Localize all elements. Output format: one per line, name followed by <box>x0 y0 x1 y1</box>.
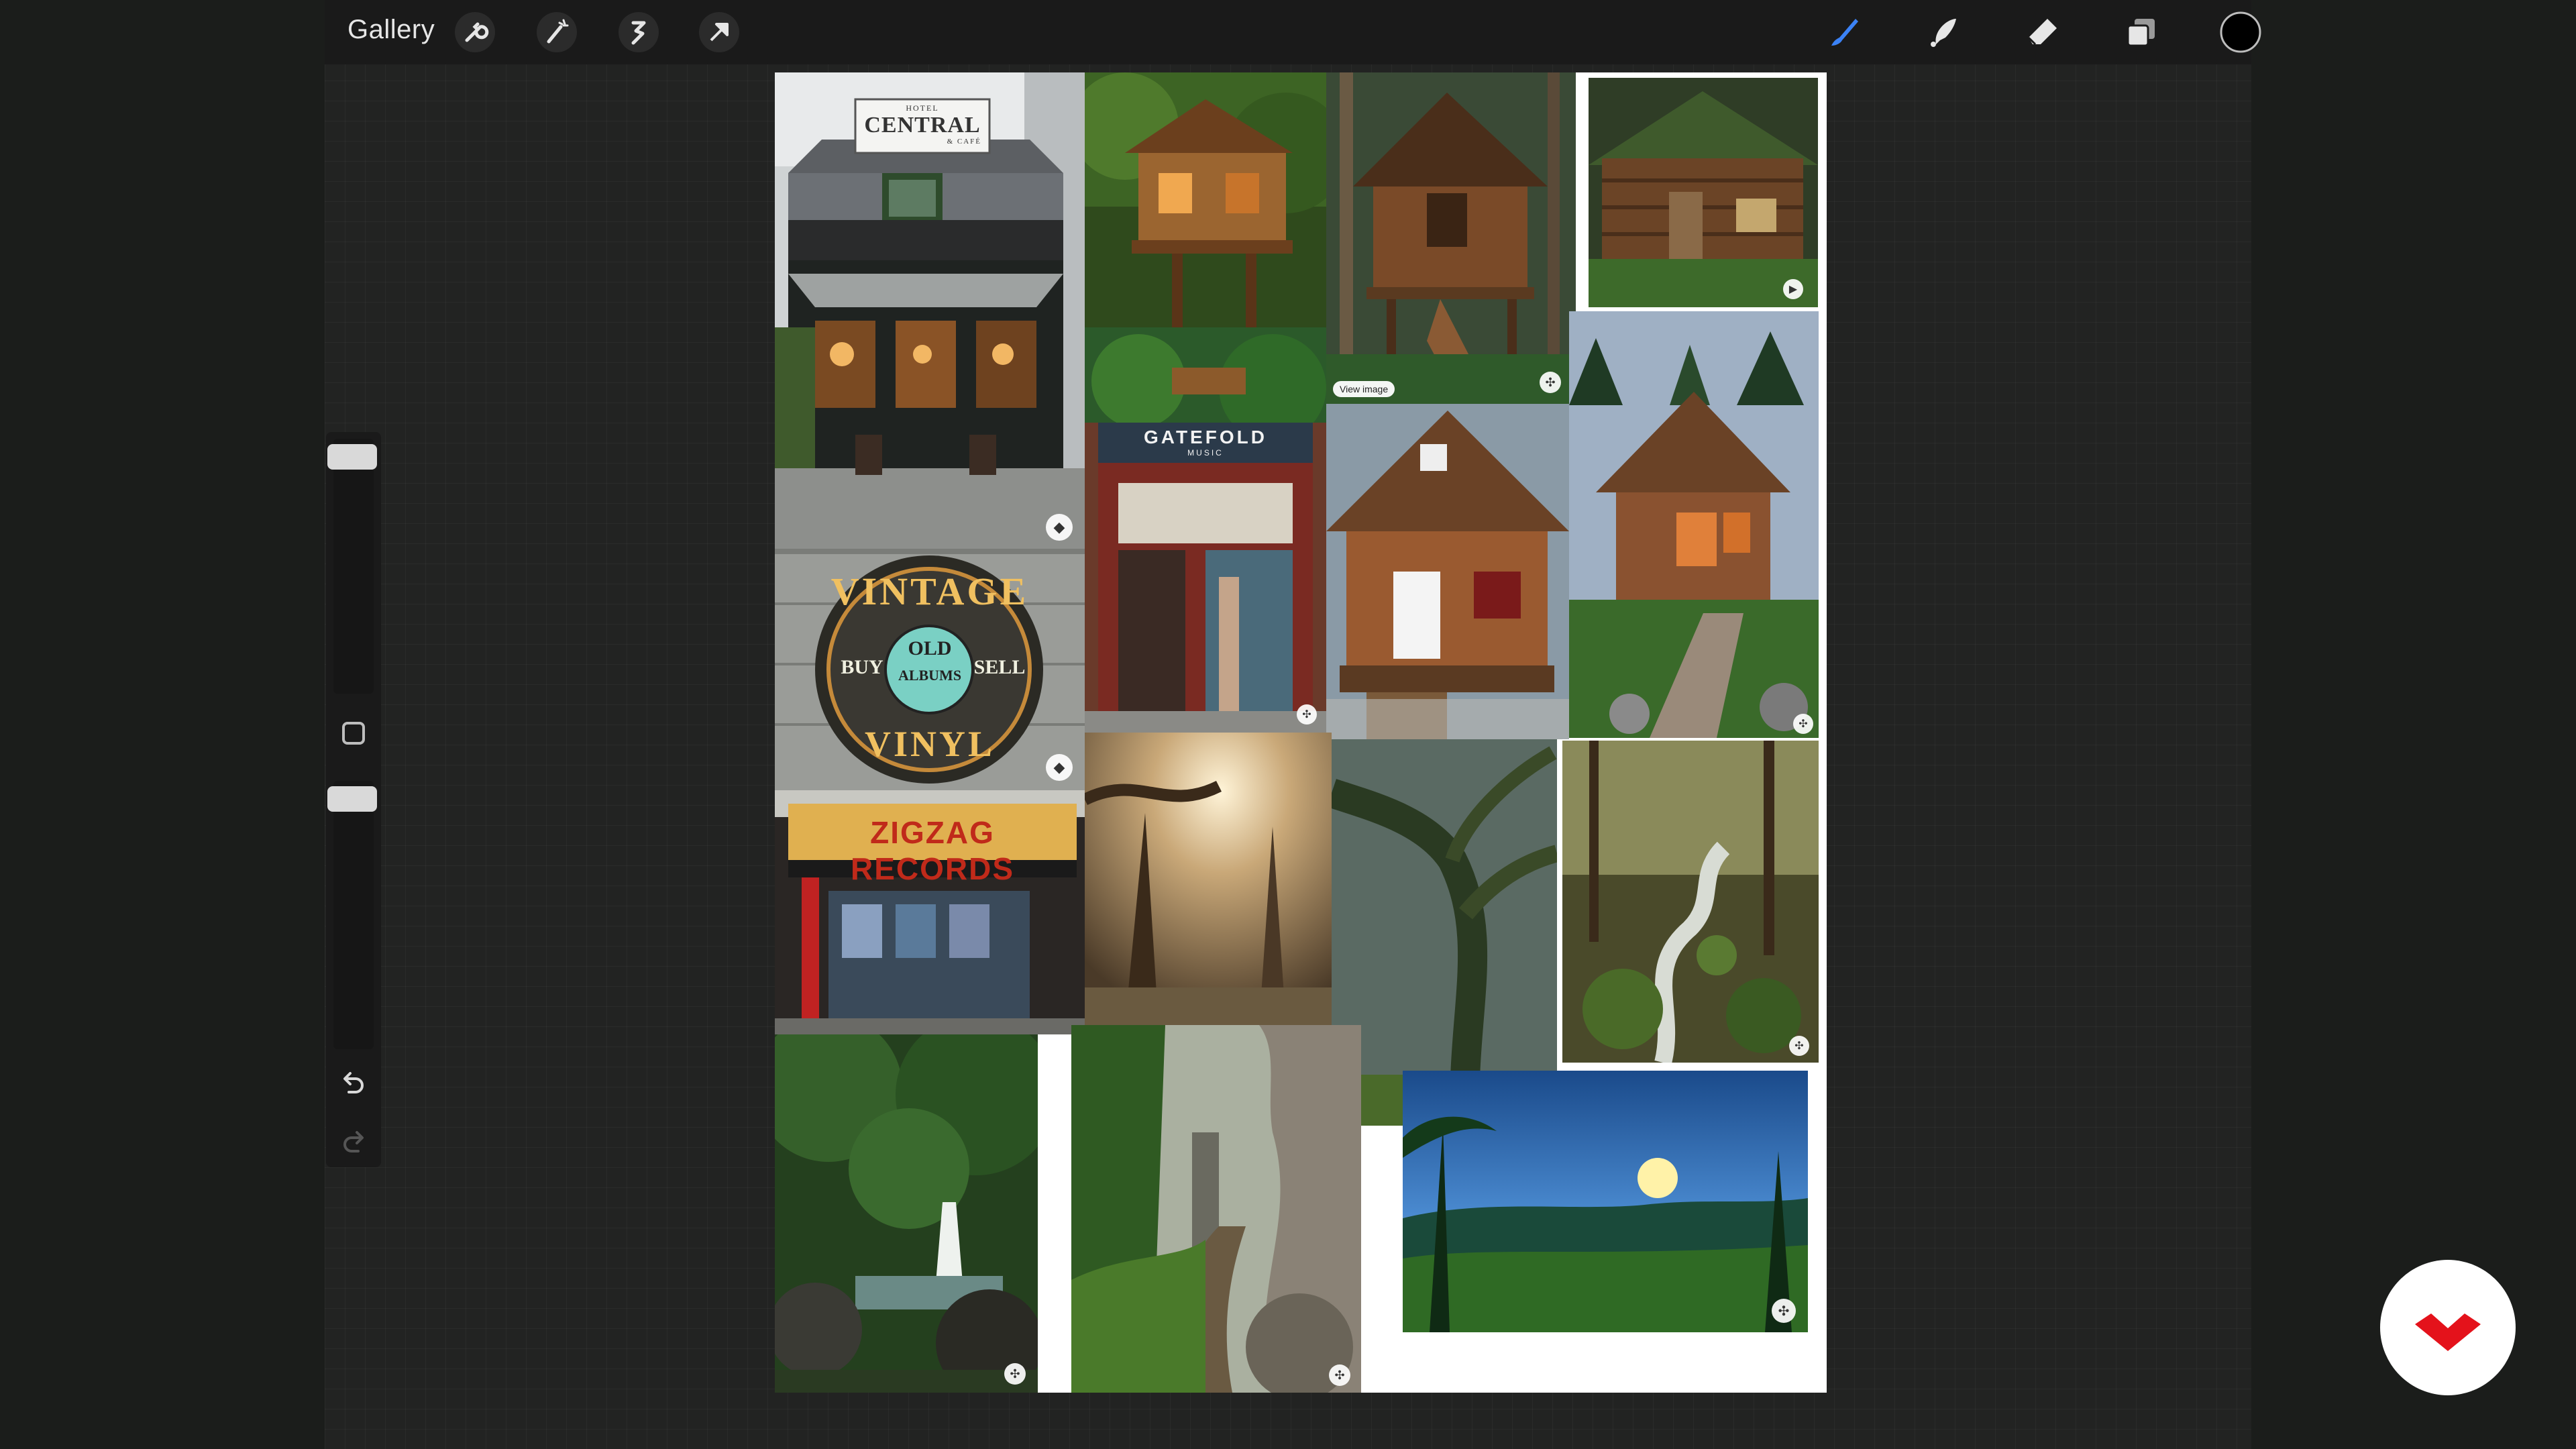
photo-zigzag-records[interactable]: ZIGZAG RECORDS <box>775 790 1085 1034</box>
eraser-icon[interactable] <box>2021 11 2063 54</box>
photo-vintage-vinyl-sign[interactable]: VINTAGE OLD ALBUMS BUY SELL VINYL ◆ <box>775 549 1085 790</box>
photo-forest-stilt-cabin[interactable]: View image ✣ <box>1326 72 1576 404</box>
vinyl-sign-sell: SELL <box>973 656 1026 678</box>
opacity-handle[interactable] <box>327 786 377 812</box>
photo-treehouse[interactable] <box>1085 72 1326 423</box>
photo-rock-trail[interactable]: ✣ <box>1071 1025 1361 1393</box>
gatefold-sign-name: GATEFOLD <box>1144 427 1267 447</box>
view-image-pill[interactable]: View image <box>1333 381 1395 397</box>
brush-icon[interactable] <box>1822 11 1865 54</box>
domestika-logo-icon <box>2415 1313 2481 1351</box>
gallery-button[interactable]: Gallery <box>347 15 435 45</box>
photo-gatefold-music-store[interactable]: GATEFOLD MUSIC ✣ <box>1085 423 1326 733</box>
pin-icon[interactable]: ◆ <box>1046 754 1073 781</box>
modify-button[interactable] <box>342 722 365 745</box>
zigzag-sign-name: ZIGZAG RECORDS <box>850 815 1015 886</box>
pin-icon[interactable]: ✣ <box>1772 1299 1796 1323</box>
color-swatch-icon[interactable] <box>2219 11 2262 54</box>
photo-tropical-sunset[interactable]: ✣ <box>1403 1071 1808 1332</box>
photo-jungle-waterfall[interactable]: ✣ <box>775 1034 1038 1393</box>
vinyl-sign-buy: BUY <box>841 656 883 678</box>
redo-icon[interactable] <box>338 1127 369 1158</box>
layers-icon[interactable] <box>2120 11 2163 54</box>
pin-icon[interactable]: ✣ <box>1004 1363 1026 1385</box>
hotel-sign-main: CENTRAL <box>864 113 981 138</box>
moodboard-canvas[interactable]: HOTEL CENTRAL & CAFÉ ◆ View image ✣ ▶ GA… <box>775 72 1827 1393</box>
brush-size-slider[interactable] <box>327 439 377 694</box>
pin-icon[interactable]: ▶ <box>1783 279 1803 299</box>
vinyl-sign-albums: ALBUMS <box>898 667 962 684</box>
photo-red-cabin[interactable] <box>1326 404 1569 739</box>
left-sidebar <box>326 432 381 1167</box>
pin-icon[interactable]: ✣ <box>1540 372 1561 393</box>
transform-arrow-icon[interactable] <box>698 11 741 54</box>
photo-mossy-tree[interactable] <box>1332 739 1557 1126</box>
photo-forest-stream[interactable]: ✣ <box>1562 741 1819 1063</box>
top-toolbar: Gallery <box>325 0 2261 64</box>
gatefold-sign-sub: MUSIC <box>1187 448 1224 458</box>
brush-size-handle[interactable] <box>327 444 377 470</box>
undo-icon[interactable] <box>338 1068 369 1099</box>
pin-icon[interactable]: ✣ <box>1329 1364 1350 1386</box>
vinyl-sign-old: OLD <box>908 637 952 659</box>
procreate-app: Gallery HOTEL CENTRAL & CAFÉ ◆ View imag… <box>0 0 2576 1449</box>
vinyl-sign-vintage: VINTAGE <box>830 570 1029 613</box>
photo-log-cabin[interactable]: ▶ <box>1589 78 1818 307</box>
opacity-slider[interactable] <box>327 781 377 1049</box>
pin-icon[interactable]: ✣ <box>1793 714 1813 734</box>
photo-hotel-central-cafe[interactable]: HOTEL CENTRAL & CAFÉ ◆ <box>775 72 1085 549</box>
smudge-icon[interactable] <box>1921 11 1964 54</box>
photo-mountain-cabin[interactable]: ✣ <box>1569 311 1819 738</box>
hotel-sign-sub: & CAFÉ <box>947 138 981 146</box>
pin-icon[interactable]: ✣ <box>1297 704 1317 724</box>
pin-icon[interactable]: ✣ <box>1789 1036 1809 1056</box>
wrench-icon[interactable] <box>453 11 496 54</box>
hotel-sign-top: HOTEL <box>906 103 939 113</box>
domestika-logo <box>2380 1260 2516 1395</box>
photo-sunlit-forest[interactable] <box>1085 733 1332 1025</box>
selection-icon[interactable] <box>617 11 660 54</box>
pin-icon[interactable]: ◆ <box>1046 514 1073 541</box>
magic-wand-icon[interactable] <box>535 11 578 54</box>
vinyl-sign-vinyl: VINYL <box>864 724 996 764</box>
